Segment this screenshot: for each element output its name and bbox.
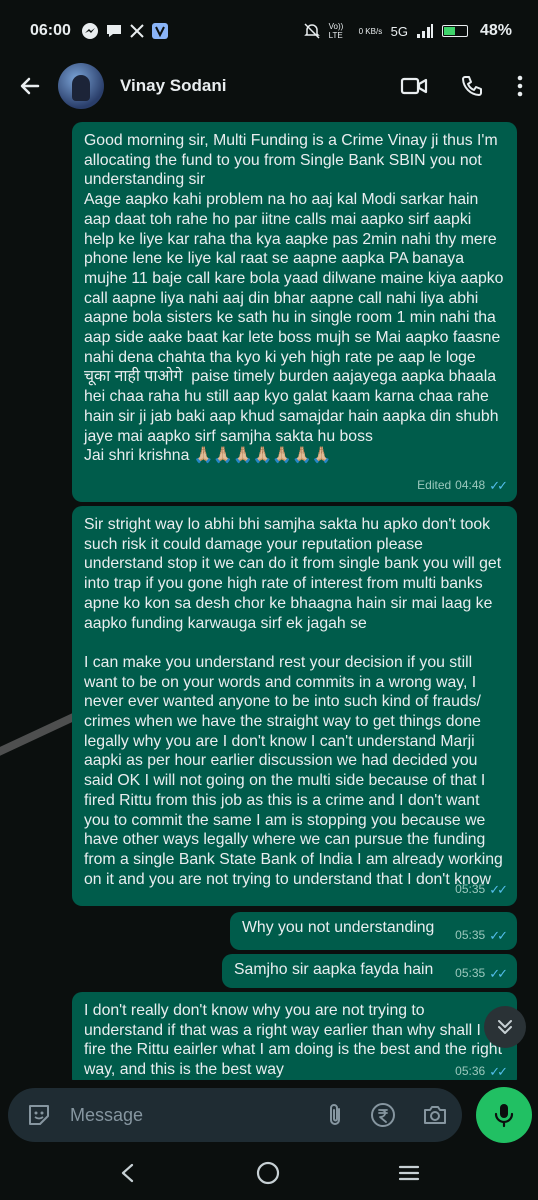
scroll-to-bottom-button[interactable] — [484, 1006, 526, 1048]
messenger-icon — [81, 23, 98, 39]
sticker-icon[interactable] — [26, 1102, 52, 1128]
message-time: 05:35 — [455, 882, 486, 897]
message-bubble[interactable]: Samjho sir aapka fayda hain 05:35 ✓✓ — [222, 954, 517, 988]
message-text: Why you not understanding — [242, 919, 435, 936]
phone-icon[interactable] — [460, 74, 484, 98]
message-time: 05:35 — [455, 966, 486, 981]
mute-icon — [303, 23, 320, 39]
read-ticks-icon: ✓✓ — [489, 1064, 508, 1080]
read-ticks-icon: ✓✓ — [489, 882, 508, 898]
speed-label: 0 KB/s — [358, 26, 383, 36]
header-actions — [400, 74, 524, 98]
system-nav-bar — [0, 1146, 538, 1200]
mic-icon — [494, 1104, 514, 1128]
volte-label: Vo)) LTE — [328, 22, 344, 40]
message-meta: 05:35 ✓✓ — [455, 926, 508, 946]
message-input[interactable] — [70, 1104, 326, 1126]
chat-area[interactable]: Good morning sir, Multi Funding is a Cri… — [0, 110, 538, 1080]
more-vert-icon[interactable] — [516, 74, 524, 98]
composer-icons — [326, 1102, 448, 1128]
battery-icon — [441, 25, 468, 37]
back-button[interactable] — [14, 70, 46, 102]
camera-icon[interactable] — [422, 1103, 448, 1127]
app-v-icon — [151, 23, 168, 39]
notification-icons — [81, 22, 169, 40]
message-time: 05:36 — [455, 1064, 486, 1079]
status-time: 06:00 — [30, 22, 71, 39]
nav-home-icon[interactable] — [255, 1160, 281, 1186]
read-ticks-icon: ✓✓ — [489, 966, 508, 982]
message-meta: Edited 04:48 ✓✓ — [417, 476, 508, 496]
message-bubble[interactable]: Good morning sir, Multi Funding is a Cri… — [72, 122, 517, 502]
battery-percent: 48% — [479, 22, 512, 39]
avatar[interactable] — [58, 63, 104, 109]
edited-label: Edited — [417, 478, 452, 493]
message-text: Good morning sir, Multi Funding is a Cri… — [84, 132, 504, 465]
message-time: 04:48 — [455, 478, 486, 493]
chevron-double-down-icon — [498, 1020, 512, 1034]
message-meta: 05:35 ✓✓ — [455, 964, 508, 984]
input-pill — [8, 1088, 462, 1142]
contact-name[interactable]: Vinay Sodani — [120, 76, 226, 96]
message-bubble[interactable]: I don't really don't know why you are no… — [72, 992, 517, 1080]
message-time: 05:35 — [455, 928, 486, 943]
video-call-icon[interactable] — [400, 75, 428, 97]
signal-icon — [416, 24, 433, 38]
chat-header: Vinay Sodani — [0, 62, 538, 110]
nav-back-icon[interactable] — [118, 1162, 138, 1184]
message-bubble[interactable]: Why you not understanding 05:35 ✓✓ — [230, 912, 517, 950]
nav-recents-icon[interactable] — [398, 1163, 420, 1183]
attach-icon[interactable] — [326, 1102, 344, 1128]
voice-message-button[interactable] — [476, 1087, 532, 1143]
message-meta: 05:36 ✓✓ — [455, 1062, 508, 1080]
message-text: Samjho sir aapka fayda hain — [234, 961, 434, 978]
message-bubble[interactable]: Sir stright way lo abhi bhi samjha sakta… — [72, 506, 517, 906]
rupee-icon[interactable] — [370, 1102, 396, 1128]
back-arrow-icon — [20, 77, 40, 95]
message-meta: 05:35 ✓✓ — [455, 880, 508, 900]
message-text: Sir stright way lo abhi bhi samjha sakta… — [84, 516, 503, 888]
system-status: Vo)) LTE 0 KB/s 5G 48% — [303, 22, 512, 40]
status-bar: 06:00 Vo)) LTE 0 KB/s 5G 48% — [0, 0, 538, 62]
message-text: I don't really don't know why you are no… — [84, 1002, 507, 1079]
read-ticks-icon: ✓✓ — [489, 478, 508, 494]
x-icon — [130, 24, 144, 38]
message-composer — [0, 1084, 538, 1146]
read-ticks-icon: ✓✓ — [489, 928, 508, 944]
network-type: 5G — [390, 23, 408, 39]
chat-bubble-icon — [106, 25, 121, 37]
